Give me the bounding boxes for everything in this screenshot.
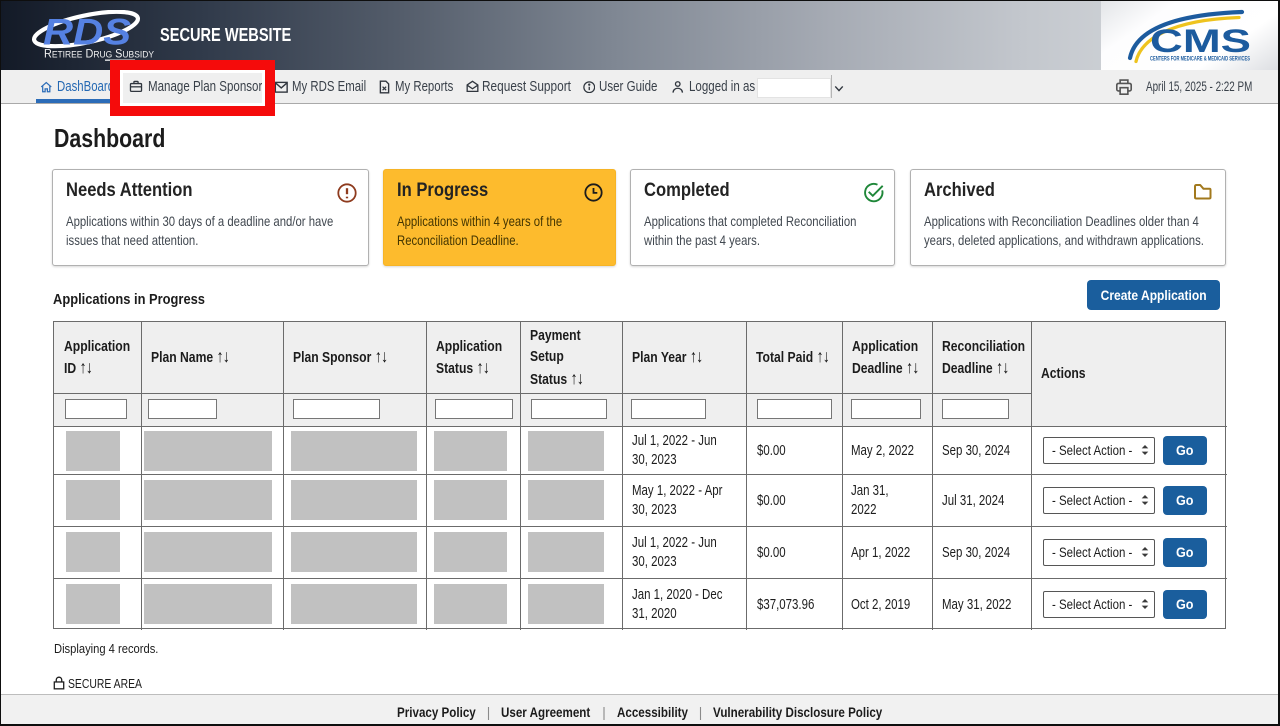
svg-text:CMS: CMS (1150, 23, 1251, 59)
svg-text:CENTERS FOR MEDICARE & MEDICAI: CENTERS FOR MEDICARE & MEDICAID SERVICES (1150, 56, 1250, 63)
svg-text:RDS: RDS (43, 12, 131, 53)
svg-text:RETIREE DRUG SUBSIDY: RETIREE DRUG SUBSIDY (44, 49, 154, 61)
